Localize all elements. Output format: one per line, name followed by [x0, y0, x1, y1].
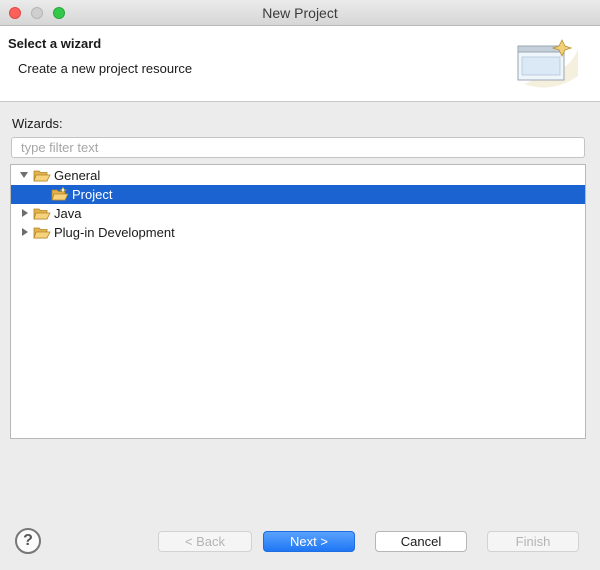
- collapsed-arrow-icon[interactable]: [20, 227, 30, 237]
- finish-button[interactable]: Finish: [487, 531, 579, 552]
- tree-item-label: Plug-in Development: [54, 225, 175, 240]
- tree-item-label: General: [54, 168, 101, 183]
- help-button[interactable]: ?: [15, 528, 41, 554]
- tree-item-java[interactable]: Java: [11, 204, 585, 223]
- header-description: Create a new project resource: [18, 61, 193, 76]
- folder-icon: [33, 208, 51, 220]
- filter-input[interactable]: [11, 137, 585, 158]
- title-bar: New Project: [0, 0, 600, 26]
- wizard-banner-icon: [517, 39, 578, 88]
- wizard-header: Select a wizard Create a new project res…: [0, 26, 600, 102]
- tree-item-label: Project: [72, 187, 113, 202]
- wizard-tree[interactable]: General Project Java Plug-in Development: [10, 164, 586, 439]
- next-button[interactable]: Next >: [263, 531, 355, 552]
- project-wizard-icon: [51, 187, 69, 201]
- folder-icon: [33, 227, 51, 239]
- window-title: New Project: [262, 5, 338, 21]
- tree-item-label: Java: [54, 206, 82, 221]
- cancel-button[interactable]: Cancel: [375, 531, 467, 552]
- tree-item-project[interactable]: Project: [11, 185, 585, 204]
- folder-open-icon: [33, 170, 51, 182]
- collapsed-arrow-icon[interactable]: [20, 208, 30, 218]
- header-title: Select a wizard: [8, 36, 102, 51]
- back-button[interactable]: < Back: [158, 531, 252, 552]
- expanded-arrow-icon[interactable]: [19, 170, 29, 180]
- wizards-label: Wizards:: [12, 116, 63, 131]
- tree-item-plugin-development[interactable]: Plug-in Development: [11, 223, 585, 242]
- tree-item-general[interactable]: General: [11, 166, 585, 185]
